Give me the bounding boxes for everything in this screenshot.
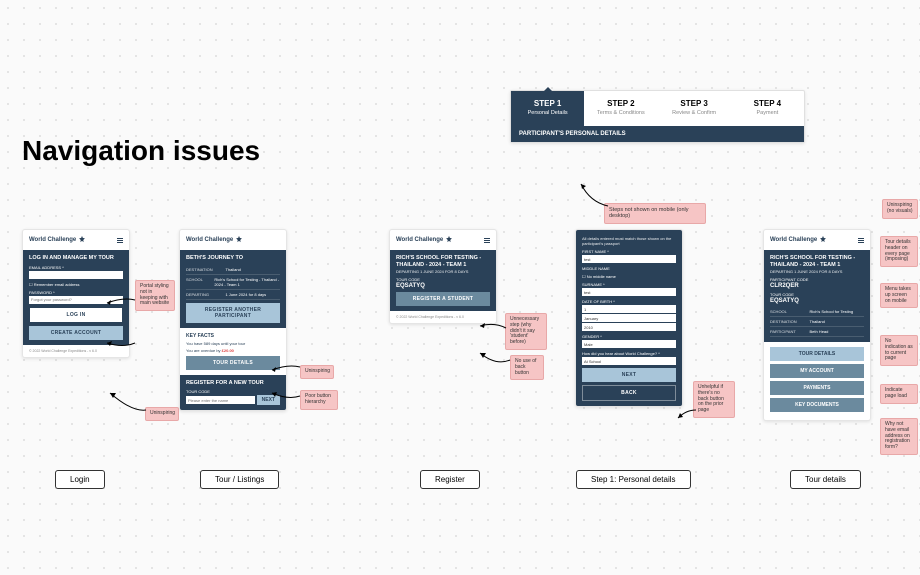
note-uninspiring-1: Uninspiring <box>145 407 179 421</box>
key-fact-days: You have 589 days until your tour <box>186 341 280 346</box>
personal-intro: All details entered must match those sho… <box>582 236 676 246</box>
note-page-load: Indicate page load <box>880 384 918 404</box>
register-header: RICH'S SCHOOL FOR TESTING - THAILAND - 2… <box>396 255 490 268</box>
surname-label: SURNAME * <box>582 282 676 287</box>
nav-key-docs[interactable]: KEY DOCUMENTS <box>770 398 864 412</box>
phone-login: World Challenge LOG IN AND MANAGE MY TOU… <box>22 229 130 358</box>
register-another-button[interactable]: REGISTER ANOTHER PARTICIPANT <box>186 303 280 323</box>
stepper-section-label: PARTICIPANT'S PERSONAL DETAILS <box>511 126 804 142</box>
logo: World Challenge <box>186 235 244 245</box>
next-button[interactable]: NEXT <box>257 395 280 405</box>
caption-tour: Tour / Listings <box>200 470 279 489</box>
journey-header: BETH'S JOURNEY TO <box>186 255 280 262</box>
note-uninspiring-2: Uninspiring <box>300 365 334 379</box>
note-unnecessary-step: Unnecessary step (why didn't it say 'stu… <box>505 313 547 350</box>
logo: World Challenge <box>770 235 828 245</box>
dob-year[interactable] <box>582 323 676 331</box>
logo: World Challenge <box>29 235 87 245</box>
details-header: RICH'S SCHOOL FOR TESTING - THAILAND - 2… <box>770 255 864 268</box>
email-field[interactable] <box>29 271 123 279</box>
caption-personal: Step 1: Personal details <box>576 470 691 489</box>
register-student-button[interactable]: REGISTER A STUDENT <box>396 292 490 306</box>
dob-month[interactable] <box>582 314 676 322</box>
note-poor-hierarchy: Poor button hierarchy <box>300 390 338 410</box>
surname-input[interactable] <box>582 288 676 296</box>
tour-code-label: TOUR CODE <box>186 389 280 394</box>
login-button[interactable]: LOG IN <box>29 307 123 323</box>
tour-code-input[interactable] <box>186 396 255 404</box>
step-3: STEP 3Review & Confirm <box>658 91 731 126</box>
nav-tour-details[interactable]: TOUR DETAILS <box>770 347 864 361</box>
footer: © 2022 World Challenge Expeditions - v 6… <box>390 311 496 323</box>
stepper-preview: STEP 1Personal Details STEP 2Terms & Con… <box>510 90 805 143</box>
note-email-reg: Why not have email address on registrati… <box>880 418 918 455</box>
caption-register: Register <box>420 470 480 489</box>
nav-payments[interactable]: PAYMENTS <box>770 381 864 395</box>
gender-select[interactable] <box>582 340 676 348</box>
note-menu-screen: Menu takes up screen on mobile <box>880 283 918 308</box>
hear-about-label: How did you hear about World Challenge? … <box>582 351 676 356</box>
note-no-back: No use of back button <box>510 355 544 380</box>
tour-details-button[interactable]: TOUR DETAILS <box>186 356 280 370</box>
firstname-label: FIRST NAME * <box>582 249 676 254</box>
no-middle-name-checkbox[interactable]: ☐ No middle name <box>582 274 676 279</box>
next-button[interactable]: NEXT <box>582 368 676 382</box>
middlename-label: MIDDLE NAME <box>582 266 676 271</box>
nav-my-account[interactable]: MY ACCOUNT <box>770 364 864 378</box>
note-portal-styling: Portal styling not in keeping with main … <box>135 280 175 311</box>
participant-code-label: PARTICIPANT CODE <box>770 277 864 282</box>
register-subheader: DEPARTING 1 JUNE 2024 FOR 8 DAYS <box>396 269 490 274</box>
menu-icon[interactable] <box>484 238 490 243</box>
register-new-tour-header: REGISTER FOR A NEW TOUR <box>186 380 280 387</box>
tour-code-value: EQSATYQ <box>770 298 864 304</box>
tour-code-label: TOUR CODE <box>770 292 864 297</box>
gender-label: GENDER * <box>582 334 676 339</box>
key-fact-overdue: You are overdue by £20.00 <box>186 348 280 353</box>
dob-day[interactable] <box>582 305 676 313</box>
note-no-current-page: No indication as to current page <box>880 335 918 366</box>
login-header: LOG IN AND MANAGE MY TOUR <box>29 255 123 262</box>
email-label: EMAIL ADDRESS * <box>29 265 123 270</box>
dob-label: DATE OF BIRTH * <box>582 299 676 304</box>
page-title: Navigation issues <box>22 135 260 167</box>
note-unhelpful-back: Unhelpful if there's no back button on t… <box>693 381 735 418</box>
key-facts-title: KEY FACTS <box>186 333 280 339</box>
details-subheader: DEPARTING 1 JUNE 2024 FOR 8 DAYS <box>770 269 864 274</box>
phone-personal: All details entered must match those sho… <box>575 229 683 407</box>
caption-details: Tour details <box>790 470 861 489</box>
phone-register: World Challenge RICH'S SCHOOL FOR TESTIN… <box>389 229 497 324</box>
create-account-button[interactable]: CREATE ACCOUNT <box>29 326 123 340</box>
firstname-input[interactable] <box>582 255 676 263</box>
phone-tour: World Challenge BETH'S JOURNEY TO DESTIN… <box>179 229 287 411</box>
note-tour-header-every-page: Tour details header on every page (impos… <box>880 236 918 267</box>
footer: © 2022 World Challenge Expeditions - v 6… <box>23 345 129 357</box>
logo: World Challenge <box>396 235 454 245</box>
step-4: STEP 4Payment <box>731 91 804 126</box>
tour-code-label: TOUR CODE <box>396 277 490 282</box>
menu-icon[interactable] <box>858 238 864 243</box>
remember-checkbox-label[interactable]: ☐ Remember email address <box>29 282 123 287</box>
phone-details: World Challenge RICH'S SCHOOL FOR TESTIN… <box>763 229 871 421</box>
caption-login: Login <box>55 470 105 489</box>
back-button[interactable]: BACK <box>582 385 676 401</box>
tour-code-value: EQSATYQ <box>396 283 490 289</box>
note-steps-not-shown: Steps not shown on mobile (only desktop) <box>604 203 706 224</box>
password-field[interactable] <box>29 296 123 304</box>
participant-code-value: CLR2QER <box>770 283 864 289</box>
step-2: STEP 2Terms & Conditions <box>584 91 657 126</box>
hear-about-select[interactable] <box>582 357 676 365</box>
note-uninspiring-3: Uninspiring (no visuals) <box>882 199 918 219</box>
password-label: PASSWORD * <box>29 290 123 295</box>
step-1: STEP 1Personal Details <box>511 91 584 126</box>
menu-icon[interactable] <box>117 238 123 243</box>
